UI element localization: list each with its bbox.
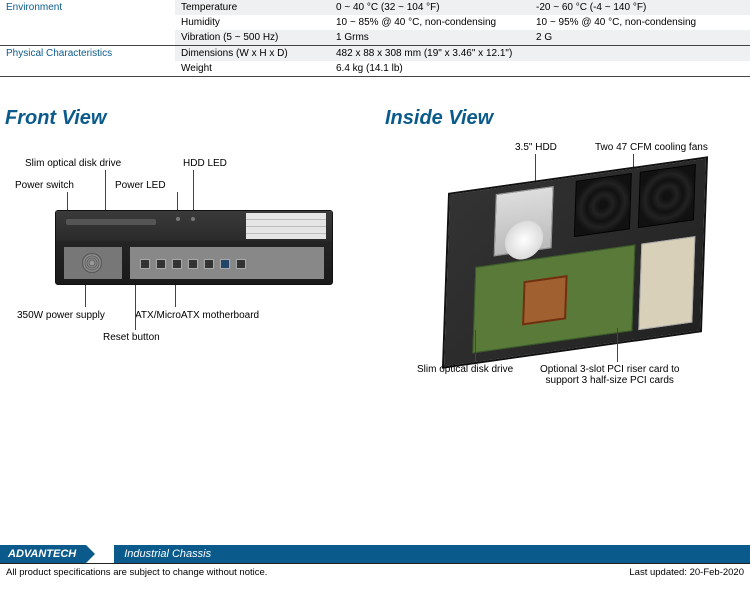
spec-value: -20 ~ 60 °C (-4 ~ 140 °F): [530, 0, 750, 15]
callout-riser: Optional 3-slot PCI riser card to suppor…: [540, 364, 680, 386]
callout-power-switch: Power switch: [15, 180, 74, 191]
spec-value: 1 Grms: [330, 30, 530, 45]
front-view-title: Front View: [5, 107, 365, 130]
callout-slim-odd: Slim optical disk drive: [25, 158, 121, 169]
spec-label: Dimensions (W x H x D): [175, 46, 330, 61]
front-view-diagram: Slim optical disk drive HDD LED Power sw…: [5, 150, 365, 410]
callout-fans: Two 47 CFM cooling fans: [595, 142, 708, 153]
spec-label: Vibration (5 ~ 500 Hz): [175, 30, 330, 45]
footer-notice: All product specifications are subject t…: [6, 567, 267, 578]
spec-table: Environment Temperature 0 ~ 40 °C (32 ~ …: [0, 0, 750, 77]
spec-value: 6.4 kg (14.1 lb): [330, 61, 750, 76]
front-view-column: Front View Slim optical disk drive HDD L…: [5, 107, 365, 410]
callout-reset: Reset button: [103, 332, 160, 343]
chassis-front-graphic: [55, 210, 333, 285]
spec-value: 2 G: [530, 30, 750, 45]
leader-line: [617, 328, 618, 362]
page-footer: ADVANTECH Industrial Chassis All product…: [0, 545, 750, 581]
category-physical: Physical Characteristics: [0, 46, 175, 76]
spec-label: Humidity: [175, 15, 330, 30]
leader-line: [135, 285, 136, 330]
callout-riser-line1: Optional 3-slot PCI riser card to: [540, 364, 680, 375]
leader-line: [175, 285, 176, 307]
footer-updated: Last updated: 20-Feb-2020: [629, 567, 744, 578]
callout-power-led: Power LED: [115, 180, 166, 191]
spec-value: 10 ~ 95% @ 40 °C, non-condensing: [530, 15, 750, 30]
inside-view-column: Inside View 3.5" HDD Two 47 CFM cooling …: [385, 107, 745, 410]
spec-value: 10 ~ 85% @ 40 °C, non-condensing: [330, 15, 530, 30]
callout-riser-line2: support 3 half-size PCI cards: [546, 375, 674, 386]
callout-slim-odd-inside: Slim optical disk drive: [417, 364, 513, 375]
footer-brand: ADVANTECH: [0, 545, 86, 563]
callout-mb: ATX/MicroATX motherboard: [135, 310, 259, 321]
inside-view-title: Inside View: [385, 107, 745, 130]
callout-psu: 350W power supply: [17, 310, 105, 321]
callout-hdd: 3.5" HDD: [515, 142, 557, 153]
chassis-inside-graphic: [442, 156, 708, 368]
spec-label: Temperature: [175, 0, 330, 15]
category-environment: Environment: [0, 0, 175, 45]
leader-line: [85, 285, 86, 307]
spec-value: 0 ~ 40 °C (32 ~ 104 °F): [330, 0, 530, 15]
spec-label: Weight: [175, 61, 330, 76]
views-section: Front View Slim optical disk drive HDD L…: [0, 107, 750, 410]
footer-label: Industrial Chassis: [114, 545, 750, 563]
leader-line: [475, 330, 476, 362]
spec-value: 482 x 88 x 308 mm (19" x 3.46" x 12.1"): [330, 46, 750, 61]
callout-hdd-led: HDD LED: [183, 158, 227, 169]
inside-view-diagram: 3.5" HDD Two 47 CFM cooling fans Slim op…: [385, 150, 745, 410]
